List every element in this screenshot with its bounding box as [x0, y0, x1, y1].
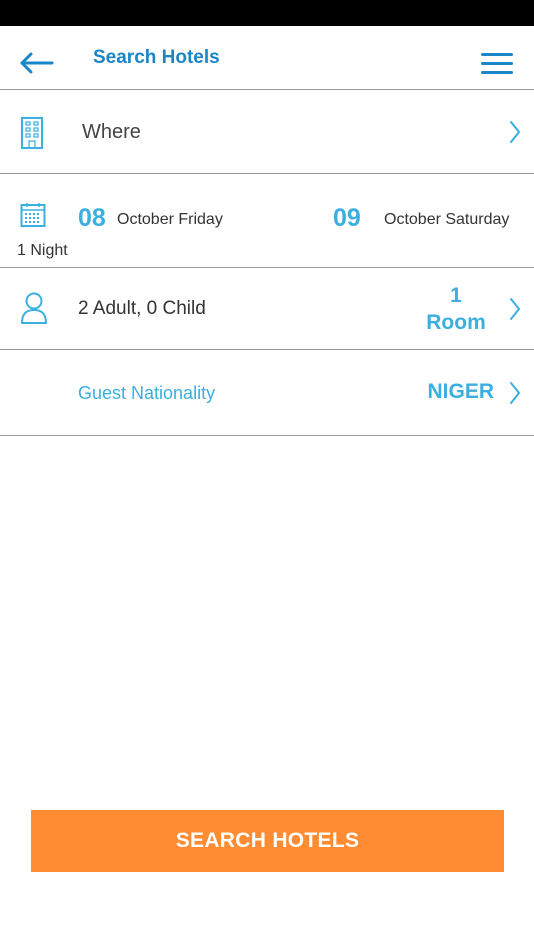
- where-label: Where: [82, 121, 141, 143]
- nationality-row[interactable]: Guest Nationality NIGER: [0, 350, 534, 436]
- back-button[interactable]: [14, 48, 60, 76]
- arrow-left-icon: [20, 52, 54, 74]
- check-out-text: October Saturday: [384, 211, 510, 228]
- nationality-label: Guest Nationality: [78, 383, 216, 403]
- chevron-right-icon: [510, 382, 520, 404]
- chevron-right-icon: [510, 298, 520, 320]
- rooms-label: Room: [426, 311, 486, 334]
- check-out-day[interactable]: 09: [333, 204, 361, 233]
- person-icon: [21, 292, 47, 324]
- rooms-selector[interactable]: 1 Room: [426, 282, 486, 336]
- check-in-text: October Friday: [117, 211, 223, 228]
- page-title: Search Hotels: [93, 47, 220, 68]
- chevron-right-icon: [510, 121, 520, 143]
- building-icon: [21, 117, 43, 149]
- guests-row[interactable]: 2 Adult, 0 Child 1 Room: [0, 268, 534, 350]
- nationality-value[interactable]: NIGER: [427, 380, 494, 404]
- nights-count: 1 Night: [17, 242, 68, 259]
- hamburger-menu-icon: [481, 53, 513, 74]
- calendar-icon: [20, 203, 46, 227]
- dates-row[interactable]: 08 October Friday 09 October Saturday 1 …: [0, 174, 534, 268]
- menu-button[interactable]: [478, 50, 516, 80]
- rooms-count: 1: [450, 284, 462, 307]
- search-hotels-button[interactable]: SEARCH HOTELS: [31, 810, 504, 872]
- status-bar: [0, 0, 534, 26]
- nav-bar: Search Hotels: [0, 26, 534, 90]
- where-row[interactable]: Where: [0, 90, 534, 174]
- check-in-day[interactable]: 08: [78, 204, 106, 233]
- guests-label: 2 Adult, 0 Child: [78, 298, 206, 319]
